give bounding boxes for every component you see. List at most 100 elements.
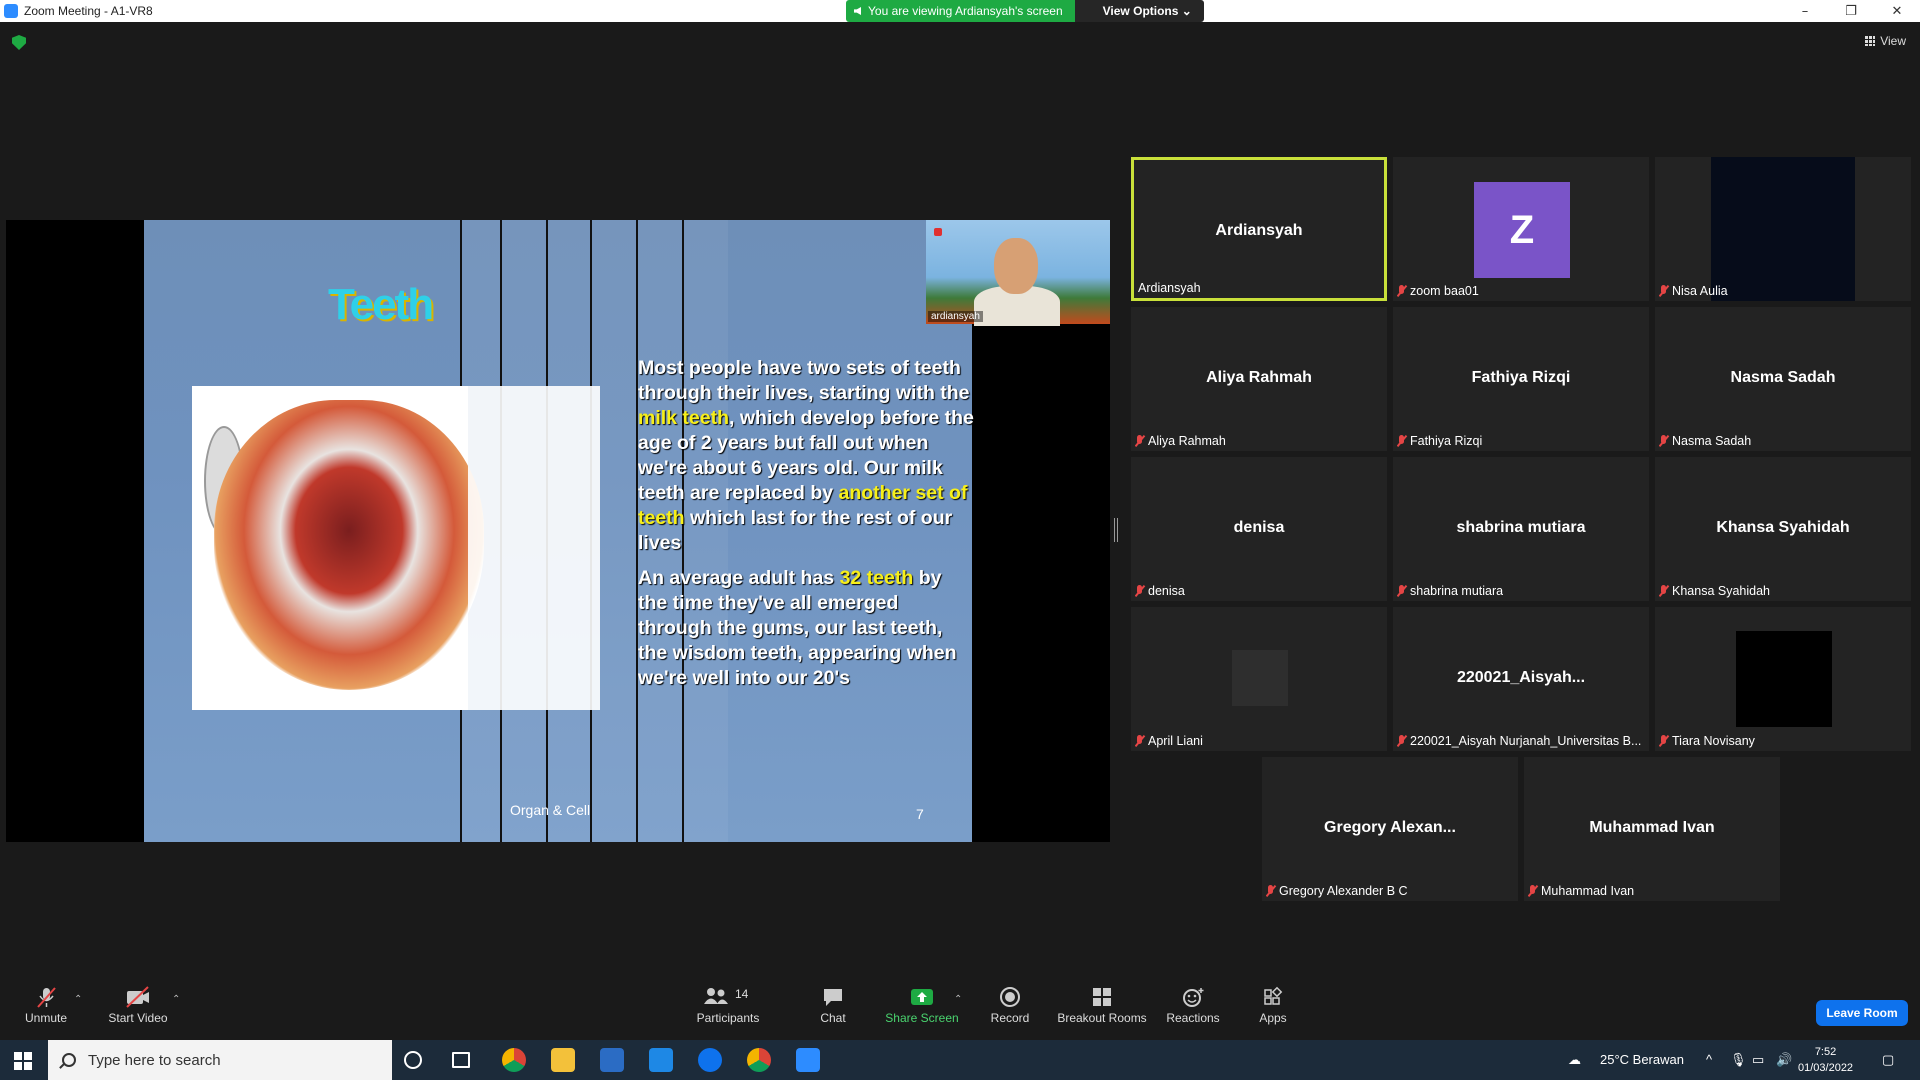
participant-tile[interactable]: Aliya Rahmah Aliya Rahmah [1131, 307, 1387, 451]
chrome-profile-icon[interactable] [747, 1048, 771, 1072]
apps-button[interactable]: Apps [1252, 986, 1294, 1025]
windows-start-icon[interactable] [14, 1052, 32, 1070]
restore-button[interactable]: ❐ [1828, 0, 1874, 22]
participant-video [1736, 631, 1832, 727]
taskbar-clock[interactable]: 7:52 01/03/2022 [1798, 1044, 1853, 1076]
participant-name-text: Tiara Novisany [1672, 734, 1755, 748]
participant-tile[interactable]: Khansa Syahidah Khansa Syahidah [1655, 457, 1911, 601]
participant-tile[interactable]: Nasma Sadah Nasma Sadah [1655, 307, 1911, 451]
slide-body-text: Most people have two sets of teeth throu… [638, 356, 974, 701]
shared-screen[interactable]: Teeth Most people have two sets of teeth… [6, 220, 1110, 842]
participant-tile[interactable]: Nisa Aulia [1655, 157, 1911, 301]
microphone-tray-icon[interactable]: 🎙 [1730, 1052, 1747, 1068]
clock-date: 01/03/2022 [1798, 1062, 1854, 1074]
illustration-panel [468, 386, 600, 710]
participant-video [1711, 157, 1855, 301]
participant-tile[interactable]: Zzoom baa01 [1393, 157, 1649, 301]
start-video-button[interactable]: Start Video [106, 986, 170, 1025]
muted-mic-icon [1659, 585, 1668, 597]
participant-tile[interactable]: April Liani [1131, 607, 1387, 751]
share-options-chevron-icon[interactable]: ⌃ [954, 994, 962, 1005]
participant-name-label: April Liani [1135, 734, 1203, 748]
smiley-icon [1164, 986, 1222, 1008]
participants-button[interactable]: 14 Participants [690, 986, 766, 1025]
participant-display-name: Fathiya Rizqi [1471, 369, 1571, 386]
volume-icon[interactable]: 🔊 [1776, 1052, 1792, 1068]
chrome-icon[interactable] [502, 1048, 526, 1072]
participant-tile[interactable]: 220021_Aisyah... 220021_Aisyah Nurjanah_U… [1393, 607, 1649, 751]
muted-mic-icon [1659, 435, 1668, 447]
notifications-icon[interactable]: ▢ [1882, 1052, 1894, 1068]
windows-taskbar: Type here to search ☁ 25°C Berawan ^ 🎙 ▭… [0, 1040, 1920, 1080]
participant-name-label: zoom baa01 [1397, 284, 1479, 298]
store-icon[interactable] [600, 1048, 624, 1072]
taskbar-search-input[interactable]: Type here to search [48, 1040, 392, 1080]
apps-label: Apps [1259, 1011, 1287, 1025]
participant-tile[interactable]: Muhammad Ivan Muhammad Ivan [1524, 757, 1780, 901]
cortana-icon[interactable] [404, 1051, 422, 1069]
view-layout-button[interactable]: View [1865, 34, 1906, 48]
muted-mic-icon [22, 986, 70, 1008]
zoom-app-icon [4, 4, 18, 18]
view-options-button[interactable]: View Options ⌄ [1074, 0, 1204, 22]
record-icon [986, 986, 1034, 1008]
participant-tile[interactable]: Ardiansyah Ardiansyah [1131, 157, 1387, 301]
view-button-label: View [1880, 34, 1906, 48]
share-screen-label: Share Screen [885, 1011, 959, 1025]
reactions-button[interactable]: Reactions [1164, 986, 1222, 1025]
security-shield-icon[interactable] [12, 35, 26, 50]
participant-name-text: Fathiya Rizqi [1410, 434, 1483, 448]
participant-name-label: Nasma Sadah [1659, 434, 1751, 448]
slide-paragraph-2: An average adult has 32 teeth by the tim… [638, 566, 974, 691]
participant-tile[interactable]: Gregory Alexan... Gregory Alexander B C [1262, 757, 1518, 901]
video-off-icon [106, 986, 170, 1008]
viewing-screen-label: You are viewing Ardiansyah's screen [846, 0, 1075, 22]
participant-display-name: 220021_Aisyah... [1456, 669, 1586, 686]
participant-tile[interactable]: Fathiya Rizqi Fathiya Rizqi [1393, 307, 1649, 451]
participant-name-label: Nisa Aulia [1659, 284, 1728, 298]
teamviewer-icon[interactable] [698, 1048, 722, 1072]
participant-display-name: shabrina mutiara [1456, 519, 1586, 536]
participant-name-label: denisa [1135, 584, 1185, 598]
chat-label: Chat [820, 1011, 846, 1025]
leave-room-button[interactable]: Leave Room [1816, 1000, 1908, 1026]
muted-mic-icon [1135, 735, 1144, 747]
tray-chevron-up-icon[interactable]: ^ [1706, 1052, 1712, 1067]
channel-logo-icon [934, 228, 942, 236]
weather-label[interactable]: 25°C Berawan [1600, 1052, 1684, 1067]
breakout-rooms-button[interactable]: Breakout Rooms [1056, 986, 1148, 1025]
close-button[interactable]: ✕ [1874, 0, 1920, 22]
participant-display-name: Khansa Syahidah [1716, 519, 1850, 536]
search-placeholder: Type here to search [88, 1051, 221, 1069]
chat-button[interactable]: Chat [810, 986, 856, 1025]
participant-avatar [1232, 650, 1288, 706]
share-screen-button[interactable]: Share Screen [884, 986, 960, 1025]
audio-options-chevron-icon[interactable]: ⌃ [74, 994, 82, 1005]
muted-mic-icon [1659, 285, 1668, 297]
mouth-anatomy-illustration [192, 386, 600, 710]
minimize-button[interactable]: – [1782, 0, 1828, 22]
file-explorer-icon[interactable] [551, 1048, 575, 1072]
meeting-toolbar: Unmute ⌃ Start Video ⌃ 14 Participants C… [0, 978, 1920, 1038]
video-options-chevron-icon[interactable]: ⌃ [172, 994, 180, 1005]
participant-display-name: Muhammad Ivan [1589, 819, 1715, 836]
slide-paragraph-1: Most people have two sets of teeth throu… [638, 356, 974, 556]
network-icon[interactable]: ▭ [1752, 1052, 1764, 1068]
participant-tile[interactable]: Tiara Novisany [1655, 607, 1911, 751]
record-button[interactable]: Record [986, 986, 1034, 1025]
muted-mic-icon [1135, 585, 1144, 597]
weather-icon[interactable]: ☁ [1568, 1052, 1581, 1068]
participant-tile[interactable]: shabrina mutiara shabrina mutiara [1393, 457, 1649, 601]
muted-mic-icon [1659, 735, 1668, 747]
zoom-taskbar-icon[interactable] [796, 1048, 820, 1072]
mail-icon[interactable] [649, 1048, 673, 1072]
task-view-icon[interactable] [452, 1052, 470, 1068]
participant-name-label: Muhammad Ivan [1528, 884, 1634, 898]
unmute-button[interactable]: Unmute [22, 986, 70, 1025]
muted-mic-icon [1266, 885, 1275, 897]
participant-display-name: Nasma Sadah [1730, 369, 1836, 386]
participant-display-name: Ardiansyah [1215, 222, 1303, 239]
slide-text-run: which last for the rest of our lives [638, 507, 953, 554]
split-view-drag-handle[interactable] [1114, 518, 1118, 542]
participant-tile[interactable]: denisa denisa [1131, 457, 1387, 601]
